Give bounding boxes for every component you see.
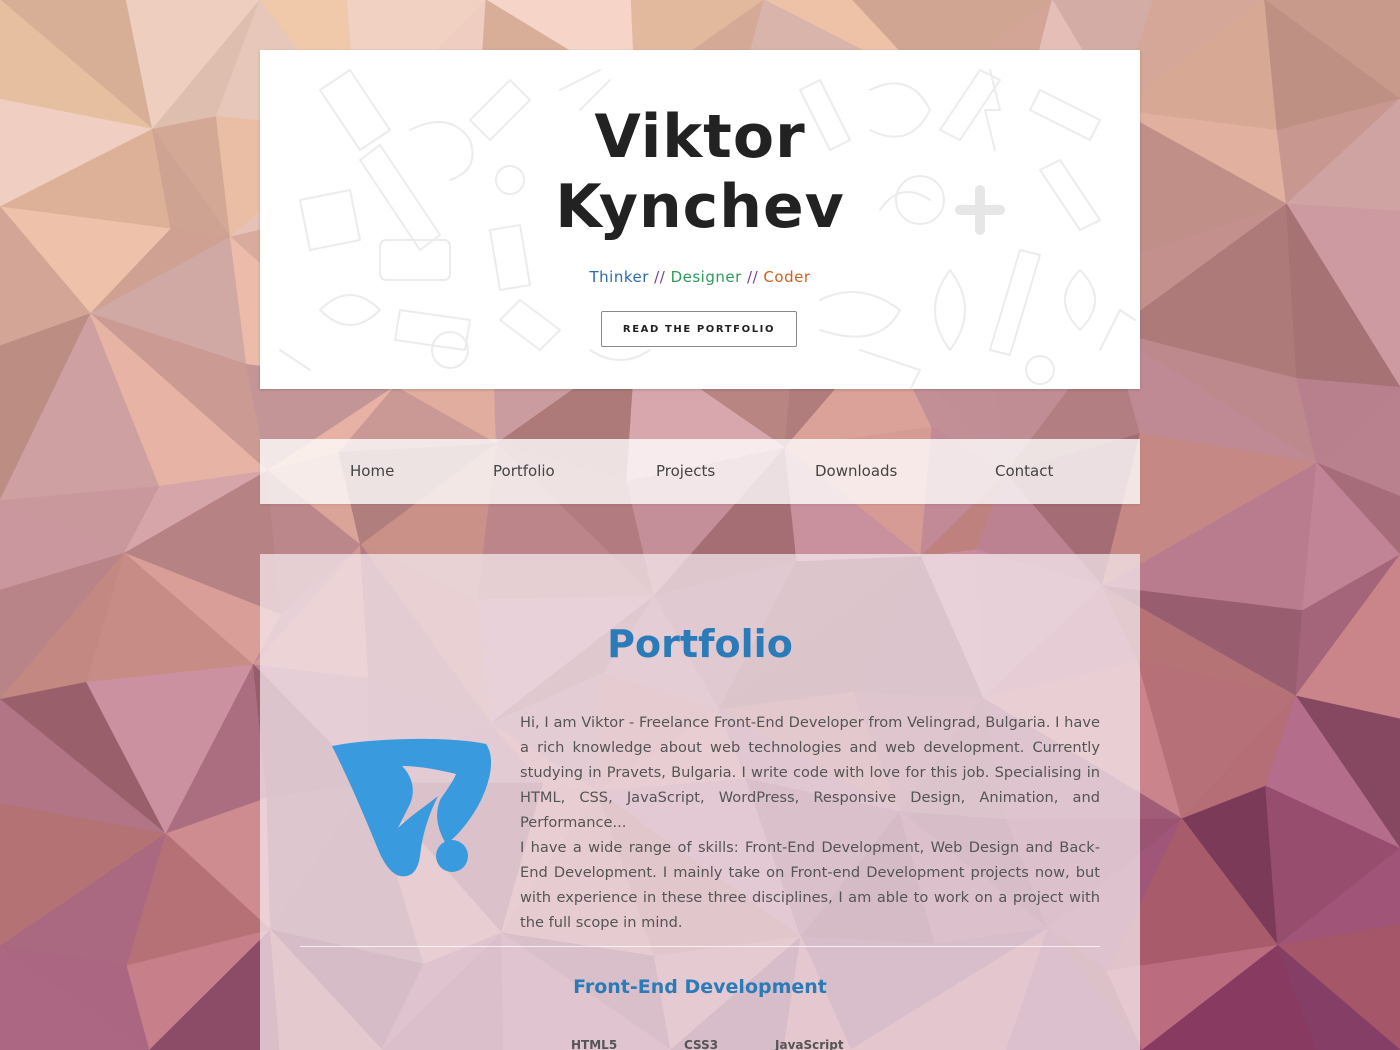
read-portfolio-button[interactable]: READ THE PORTFOLIO <box>601 311 797 347</box>
portfolio-section: Portfolio Hi, I am Viktor - Freelance Fr… <box>260 554 1140 1050</box>
header-card: Viktor Kynchev Thinker // Designer // Co… <box>260 50 1140 389</box>
main-nav: Home Portfolio Projects Downloads Contac… <box>260 439 1140 504</box>
skill-javascript: JavaScript <box>775 1038 844 1050</box>
nav-item-portfolio[interactable]: Portfolio <box>493 439 555 504</box>
v-logo-icon <box>332 738 492 877</box>
bio-paragraph: Hi, I am Viktor - Freelance Front-End De… <box>520 714 1100 831</box>
front-end-title: Front-End Development <box>573 976 827 998</box>
nav-item-contact[interactable]: Contact <box>995 439 1053 504</box>
last-name: Kynchev <box>555 172 845 242</box>
first-name: Viktor <box>594 102 806 172</box>
tagline-thinker: Thinker <box>589 268 649 286</box>
portfolio-title: Portfolio <box>607 622 793 666</box>
bio-text: Hi, I am Viktor - Freelance Front-End De… <box>520 710 1100 935</box>
tagline-separator: // <box>654 268 666 286</box>
skill-html5: HTML5 <box>571 1038 618 1050</box>
skill-css3: CSS3 <box>684 1038 719 1050</box>
section-divider <box>300 946 1100 947</box>
tagline-designer: Designer <box>670 268 742 286</box>
tagline-separator: // <box>747 268 759 286</box>
bio-paragraph: I have a wide range of skills: Front-End… <box>520 839 1100 931</box>
tagline: Thinker // Designer // Coder <box>260 268 1140 286</box>
nav-item-home[interactable]: Home <box>350 439 394 504</box>
nav-item-downloads[interactable]: Downloads <box>815 439 897 504</box>
tagline-coder: Coder <box>763 268 811 286</box>
site-title: Viktor Kynchev <box>260 102 1140 242</box>
nav-item-projects[interactable]: Projects <box>656 439 715 504</box>
